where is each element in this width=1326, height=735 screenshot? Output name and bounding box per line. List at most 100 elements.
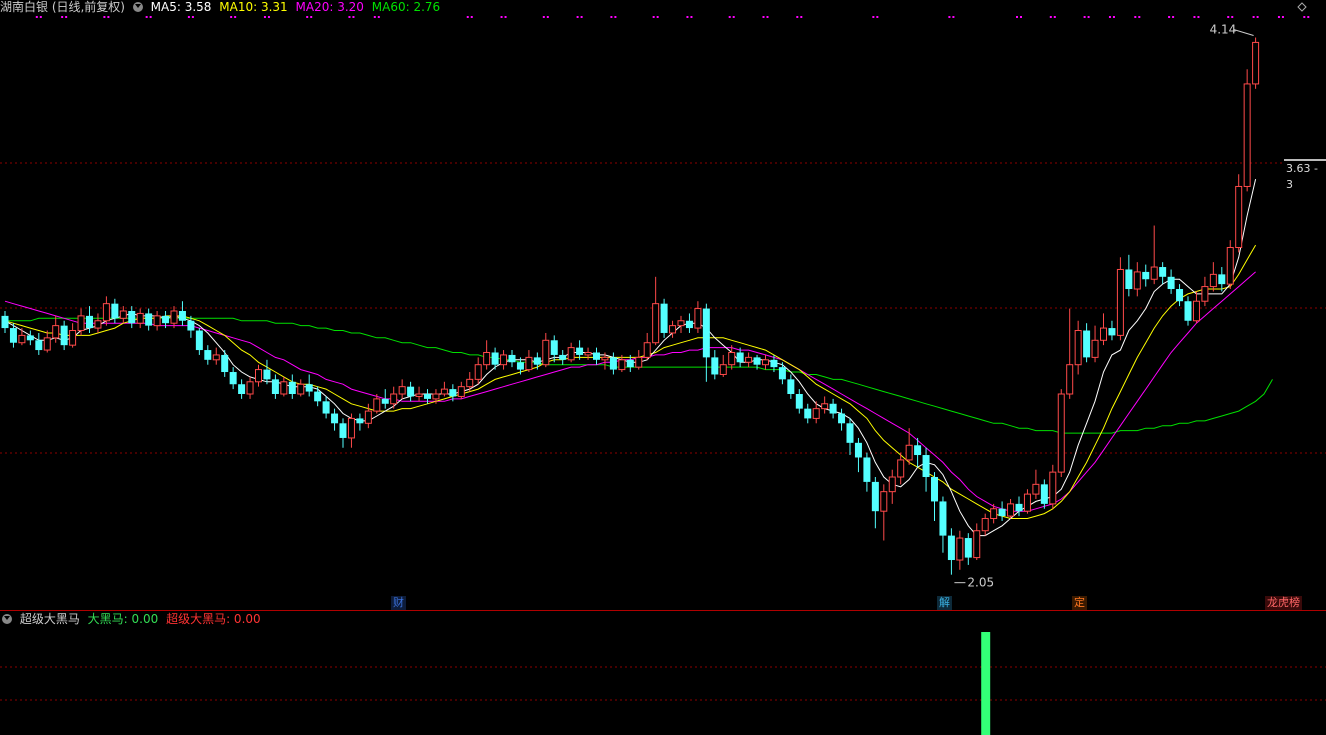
event-tag[interactable]: 定 [1072, 596, 1087, 610]
high-pointer [1233, 29, 1254, 37]
candle-body [711, 357, 719, 375]
candle-body [111, 303, 119, 319]
candle-body [1150, 266, 1158, 280]
signal-dot [267, 16, 270, 18]
candle-body [762, 359, 769, 366]
candle-body [871, 481, 879, 512]
candle-body [339, 423, 347, 438]
candle-body [1066, 364, 1074, 395]
candle-body [998, 508, 1006, 517]
candle-body [356, 418, 364, 424]
ma20-legend: MA20: 3.20 [295, 0, 364, 14]
signal-dot [762, 16, 765, 18]
signal-bar [981, 632, 991, 735]
signal-dot [470, 16, 473, 18]
signal-dot [1168, 16, 1171, 18]
high-price-label: 4.14 [1210, 23, 1237, 37]
signal-dot [39, 16, 42, 18]
signal-dot [352, 16, 355, 18]
event-tag[interactable]: 财 [391, 596, 406, 610]
candle-body [1142, 271, 1150, 280]
signal-dot [310, 16, 313, 18]
signal-dot [466, 16, 469, 18]
signal-dot [65, 16, 68, 18]
candle-body [381, 398, 389, 404]
candle-body [136, 312, 144, 324]
candle-body [669, 325, 677, 334]
candle-body [787, 379, 795, 394]
signal-dot [546, 16, 549, 18]
candle-body [685, 320, 693, 329]
candle-body [483, 351, 491, 366]
candle-body [643, 342, 651, 358]
candle-body [407, 386, 415, 397]
candle-body [601, 356, 609, 361]
candle-body [178, 310, 186, 321]
candle-body [508, 354, 516, 363]
candle-body [1176, 289, 1184, 302]
candle-body [905, 444, 913, 461]
signal-dot [1108, 16, 1111, 18]
candle-body [931, 477, 938, 502]
candle-body [550, 340, 558, 355]
candle-body [1083, 330, 1091, 358]
candle-body [854, 442, 862, 458]
candle-body [1100, 327, 1107, 341]
signal-dot [348, 16, 351, 18]
signal-dot [952, 16, 955, 18]
candle-body [491, 352, 499, 365]
candle-body [86, 315, 93, 329]
candle-body [1057, 393, 1065, 473]
candle-body [593, 352, 600, 360]
current-price-label: 3.63 - 3 [1284, 159, 1326, 191]
signal-dot [230, 16, 233, 18]
candle-body [964, 538, 972, 558]
candle-body [753, 357, 761, 365]
main-chart-title: 湖南白银 (日线,前复权) [0, 0, 125, 14]
candle-body [652, 303, 660, 344]
candle-body [618, 359, 626, 371]
candle-body [846, 423, 854, 443]
signal-dot [652, 16, 655, 18]
stock-chart: 4.14 2.05 湖南白银 (日线,前复权) MA5: 3.58 MA10: 3… [0, 0, 1326, 735]
signal-dot [1277, 16, 1280, 18]
signal-dot [576, 16, 579, 18]
candle-body [331, 413, 339, 424]
candle-body [795, 394, 803, 409]
signal-dot [187, 16, 190, 18]
candle-body [398, 386, 406, 395]
candle-body [745, 356, 753, 363]
signal-dot [872, 16, 875, 18]
candle-body [1167, 276, 1175, 290]
candle-body [1116, 268, 1124, 336]
candle-body [516, 362, 524, 370]
candle-body [449, 389, 457, 397]
candle-body [432, 393, 440, 400]
candle-body [770, 359, 778, 368]
candle-body [102, 303, 110, 322]
candle-body [821, 403, 829, 410]
candle-body [1049, 471, 1057, 505]
chevron-down-icon[interactable] [132, 2, 143, 12]
candle-body [1032, 483, 1040, 495]
event-tag[interactable]: 解 [937, 596, 952, 610]
candle-body [1091, 339, 1099, 358]
candle-body [314, 391, 322, 402]
signal-dot [1087, 16, 1090, 18]
candle-body [347, 417, 355, 439]
signal-dot [1134, 16, 1137, 18]
ma10-legend: MA10: 3.31 [219, 0, 288, 14]
signal-dot [1281, 16, 1284, 18]
candle-body [457, 386, 465, 397]
chevron-down-icon[interactable] [2, 614, 12, 624]
candle-body [694, 308, 702, 329]
signal-dot [728, 16, 731, 18]
signal-dot [35, 16, 38, 18]
candle-body [922, 455, 930, 478]
candle-body [660, 303, 668, 333]
candle-body [1023, 493, 1031, 512]
candle-body [1133, 271, 1141, 290]
signal-dot [1053, 16, 1056, 18]
candle-body [77, 315, 85, 332]
event-tag[interactable]: 龙虎榜 [1265, 596, 1302, 610]
